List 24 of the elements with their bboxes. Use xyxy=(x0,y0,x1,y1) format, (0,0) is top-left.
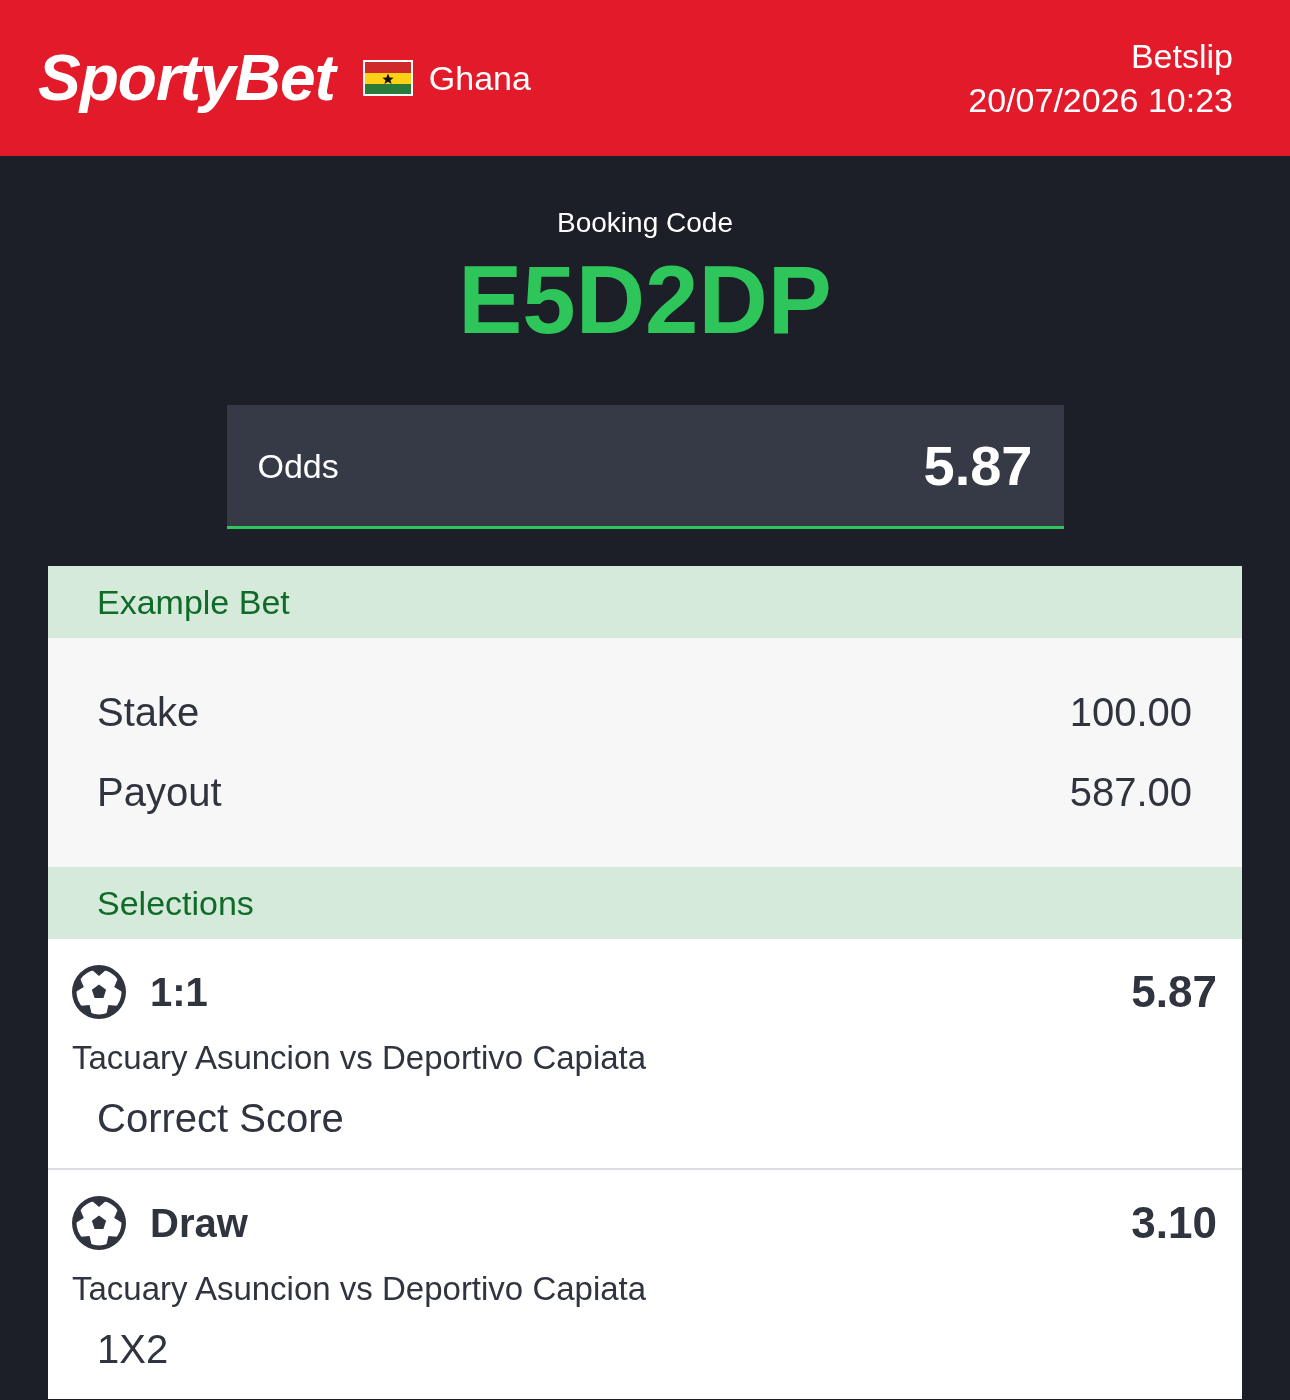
selection-pick: 1:1 xyxy=(150,969,208,1016)
booking-label: Booking Code xyxy=(557,206,733,240)
page-title: Betslip xyxy=(1130,36,1233,77)
summary-label: Payout xyxy=(97,769,222,816)
soccer-ball-icon xyxy=(72,1196,126,1250)
match-name: Tacuary Asuncion vs Deportivo Capiata xyxy=(72,1270,647,1307)
summary-value: 100.00 xyxy=(1069,689,1192,736)
section-title: Example Bet xyxy=(97,582,290,622)
summary-label: Stake xyxy=(97,689,200,736)
country-label: Ghana xyxy=(428,58,531,98)
soccer-ball-icon xyxy=(72,965,126,1019)
market-name: Correct Score xyxy=(97,1096,344,1140)
selection-odds: 5.87 xyxy=(1131,968,1217,1016)
odds-value: 5.87 xyxy=(923,435,1033,496)
odds-label: Odds xyxy=(257,445,339,486)
section-title: Selections xyxy=(97,883,254,923)
date-time: 20/07/2026 10:23 xyxy=(968,80,1233,121)
summary-value: 587.00 xyxy=(1069,769,1192,816)
selection-odds: 3.10 xyxy=(1131,1199,1217,1247)
match-name: Tacuary Asuncion vs Deportivo Capiata xyxy=(72,1039,647,1076)
flag-icon xyxy=(362,60,413,96)
booking-code: E5D2DP xyxy=(458,250,832,350)
selection-pick: Draw xyxy=(150,1200,248,1247)
market-name: 1X2 xyxy=(97,1327,169,1371)
